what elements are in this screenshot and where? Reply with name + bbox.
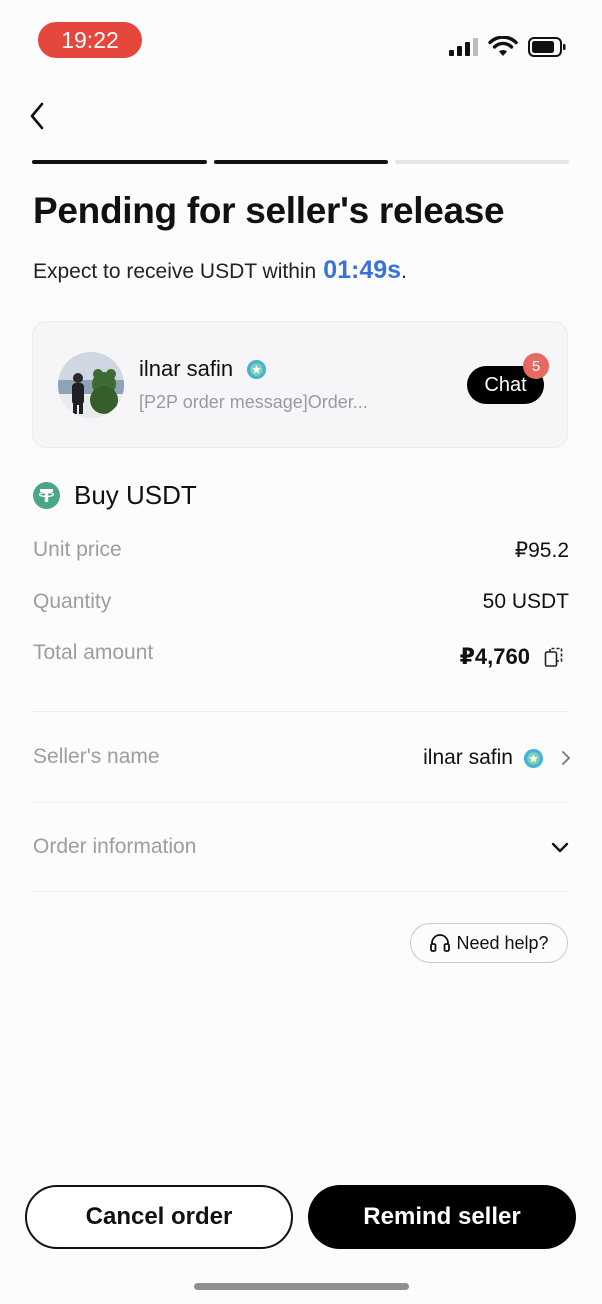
quantity-value: 50 USDT [482, 590, 569, 613]
order-type-title: Buy USDT [74, 480, 197, 510]
unit-price-value: ₽95.2 [514, 539, 569, 562]
wifi-icon [488, 36, 518, 56]
cancel-order-button[interactable]: Cancel order [25, 1185, 293, 1249]
eta-suffix: . [401, 260, 407, 283]
total-amount: ₽4,760 [460, 644, 564, 670]
remind-seller-button[interactable]: Remind seller [308, 1185, 576, 1249]
chevron-down-icon[interactable] [550, 838, 570, 858]
total-amount-label: Total amount [33, 641, 154, 664]
progress-step-2 [214, 160, 388, 164]
avatar [58, 352, 124, 418]
status-time: 19:22 [38, 22, 142, 58]
home-indicator[interactable] [194, 1283, 409, 1290]
battery-icon [528, 37, 566, 57]
seller-name-value: ilnar safin [423, 746, 513, 769]
signal-icon [449, 38, 478, 56]
back-chevron-icon[interactable] [26, 100, 50, 132]
copy-icon[interactable] [544, 646, 564, 668]
quantity-label: Quantity [33, 590, 112, 613]
unread-badge: 5 [523, 353, 549, 379]
progress-step-1 [32, 160, 207, 164]
divider [32, 802, 569, 803]
eta-prefix: Expect to receive USDT within [33, 260, 317, 283]
need-help-button[interactable]: Need help? [410, 923, 568, 963]
divider [32, 711, 569, 712]
verified-badge-icon [523, 748, 544, 768]
seller-name-label: Seller's name [33, 745, 160, 768]
need-help-label: Need help? [456, 932, 549, 953]
last-message-preview: [P2P order message]Order... [139, 392, 368, 412]
eta-text: Expect to receive USDT within 01:49s . [33, 256, 407, 285]
counterparty-name-text: ilnar safin [139, 356, 234, 381]
countdown-timer: 01:49s [323, 256, 402, 284]
progress-step-3 [395, 160, 569, 164]
divider [32, 891, 569, 892]
seller-name-row[interactable]: ilnar safin [423, 746, 572, 770]
headset-icon [430, 934, 451, 952]
counterparty-card[interactable]: ilnar safin [P2P order message]Order... … [32, 321, 568, 448]
chevron-right-icon [562, 751, 571, 765]
total-amount-value: ₽4,760 [459, 644, 530, 669]
counterparty-name: ilnar safin [139, 356, 267, 382]
unit-price-label: Unit price [33, 538, 122, 561]
page-title: Pending for seller's release [33, 190, 505, 231]
tether-coin-icon [33, 482, 60, 509]
verified-badge-icon [247, 359, 267, 379]
order-information-label[interactable]: Order information [33, 835, 196, 859]
